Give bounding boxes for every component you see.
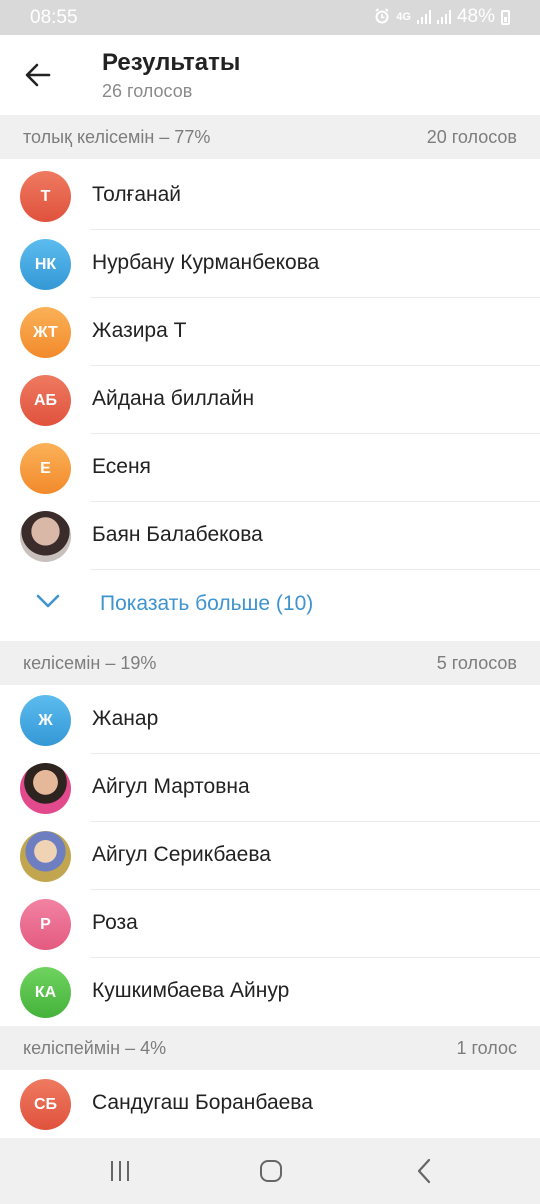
recents-button[interactable]: [100, 1156, 140, 1186]
home-button[interactable]: [251, 1156, 291, 1186]
avatar: НК: [20, 239, 71, 290]
arrow-left-icon: [25, 63, 51, 87]
section-header: келіспеймін – 4% 1 голос: [0, 1026, 540, 1070]
voter-name: Сандугаш Боранбаева: [92, 1091, 313, 1114]
section-count: 5 голосов: [436, 653, 517, 673]
voter-row[interactable]: Баян Балабекова: [0, 502, 540, 570]
voter-name: Жазира Т: [92, 319, 187, 342]
avatar-photo: [20, 511, 71, 562]
avatar: ЖТ: [20, 307, 71, 358]
voter-name: Айгул Мартовна: [92, 775, 250, 798]
show-more-button[interactable]: Показать больше (10): [0, 570, 540, 638]
avatar-photo: [20, 763, 71, 814]
back-icon: [417, 1158, 431, 1184]
status-bar: 08:55 4G 48%: [0, 0, 540, 35]
voter-row[interactable]: Е Есеня: [0, 434, 540, 502]
voter-name: Айгул Серикбаева: [92, 843, 271, 866]
section-label: толық келісемін – 77%: [23, 127, 211, 147]
voter-name: Нурбану Курманбекова: [92, 251, 320, 274]
avatar: Ж: [20, 695, 71, 746]
status-icons: 4G 48%: [374, 6, 510, 28]
voter-row[interactable]: Т Толғанай: [0, 162, 540, 230]
voter-row[interactable]: НК Нурбану Курманбекова: [0, 230, 540, 298]
voter-row[interactable]: Айгул Мартовна: [0, 754, 540, 822]
chevron-down-icon: [36, 594, 60, 608]
avatar-photo: [20, 831, 71, 882]
status-time: 08:55: [30, 7, 78, 28]
voter-row[interactable]: СБ Сандугаш Боранбаева: [0, 1070, 540, 1138]
nav-back-button[interactable]: [404, 1156, 444, 1186]
avatar: СБ: [20, 1079, 71, 1130]
avatar: Е: [20, 443, 71, 494]
battery-percent: 48%: [456, 6, 495, 27]
recents-icon: [111, 1161, 129, 1181]
section-header: келісемін – 19% 5 голосов: [0, 641, 540, 685]
section-header: толық келісемін – 77% 20 голосов: [0, 115, 540, 159]
avatar: АБ: [20, 375, 71, 426]
avatar: Р: [20, 899, 71, 950]
battery-icon: [501, 9, 510, 25]
section-count: 1 голос: [456, 1038, 517, 1058]
signal-icon: [436, 10, 451, 24]
system-nav-bar: [0, 1138, 540, 1204]
network-type: 4G: [396, 11, 411, 23]
section-label: келісемін – 19%: [23, 653, 157, 673]
alarm-icon: [374, 7, 390, 27]
voter-row[interactable]: КА Кушкимбаева Айнур: [0, 958, 540, 1026]
header: Результаты 26 голосов: [0, 35, 540, 115]
voter-name: Кушкимбаева Айнур: [92, 979, 290, 1002]
section-count: 20 голосов: [426, 127, 517, 147]
show-more-label: Показать больше (10): [100, 592, 314, 615]
page-title: Результаты: [102, 49, 241, 76]
voter-row[interactable]: ЖТ Жазира Т: [0, 298, 540, 366]
signal-icon: [416, 10, 431, 24]
voter-name: Баян Балабекова: [92, 523, 263, 546]
voter-row[interactable]: Р Роза: [0, 890, 540, 958]
voter-row[interactable]: Айгул Серикбаева: [0, 822, 540, 890]
voter-row[interactable]: Ж Жанар: [0, 686, 540, 754]
avatar: КА: [20, 967, 71, 1018]
avatar: Т: [20, 171, 71, 222]
voter-name: Толғанай: [92, 183, 182, 206]
back-button[interactable]: [18, 55, 58, 95]
voter-name: Айдана биллайн: [92, 387, 255, 410]
voter-name: Роза: [92, 911, 138, 934]
voter-row[interactable]: АБ Айдана биллайн: [0, 366, 540, 434]
voter-name: Жанар: [92, 707, 159, 730]
section-label: келіспеймін – 4%: [23, 1038, 167, 1058]
voter-name: Есеня: [92, 455, 151, 478]
vote-total: 26 голосов: [102, 81, 193, 101]
home-icon: [260, 1160, 282, 1182]
